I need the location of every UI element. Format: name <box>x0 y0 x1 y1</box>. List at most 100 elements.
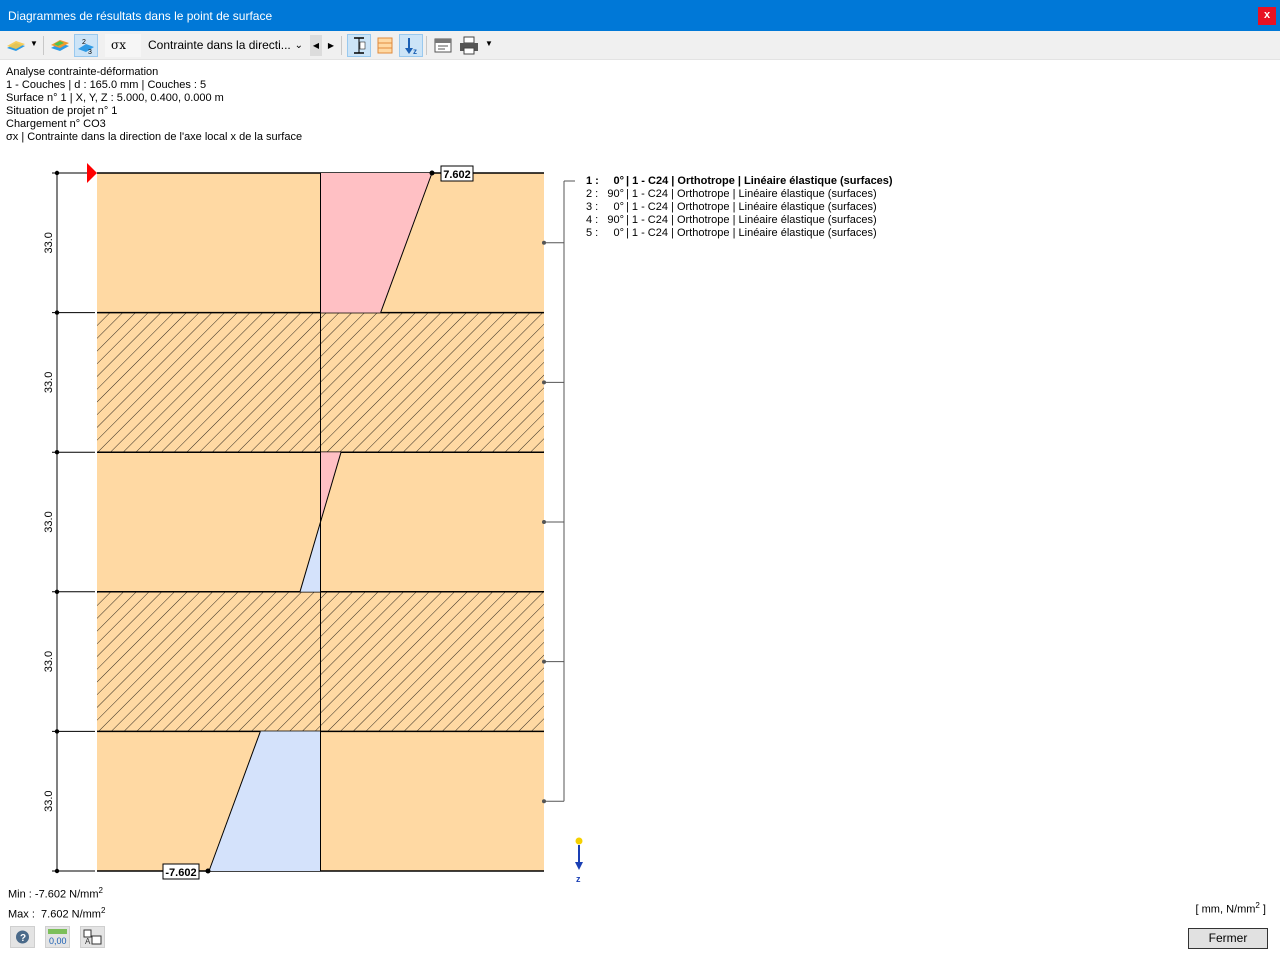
layer-bracket-group <box>542 180 575 804</box>
layer-legend-row-1[interactable]: 1 : 0° | 1 - C24 | Orthotrope | Linéaire é… <box>586 175 893 188</box>
svg-text:0,00: 0,00 <box>49 936 67 946</box>
layer-legend: 1 :0° | 1 - C24 | Orthotrope | Linéaire é… <box>586 175 893 240</box>
print-icon[interactable] <box>457 34 481 57</box>
surface-info: Surface n° 1 | X, Y, Z : 5.000, 0.400, 0… <box>6 92 224 104</box>
z-axis-label: z <box>576 874 581 884</box>
svg-text:A: A <box>85 937 91 946</box>
svg-text:2: 2 <box>82 39 86 46</box>
design-situation: Situation de projet n° 1 <box>6 105 118 117</box>
layer-connector-dot <box>542 520 546 524</box>
selected-point-marker <box>87 163 97 183</box>
min-summary: Min : -7.602 N/mm2 <box>8 883 105 903</box>
next-icon[interactable]: ▶ <box>325 35 337 56</box>
analysis-type: Analyse contrainte-déformation <box>6 66 159 78</box>
max-summary-value: 7.602 <box>41 908 69 921</box>
layer-legend-row-4[interactable]: 4 : 90° | 1 - C24 | Orthotrope | Linéaire … <box>586 214 893 227</box>
layer-angle: 0° <box>613 175 624 187</box>
min-summary-unit-exp: 2 <box>98 886 103 895</box>
dimension-tick-dot <box>54 868 60 874</box>
layer-thickness-label: 33.0 <box>43 790 55 811</box>
title-bar: Diagrammes de résultats dans le point de… <box>0 0 1280 31</box>
window-title: Diagrammes de résultats dans le point de… <box>8 9 273 23</box>
layer-connector-dot <box>542 380 546 385</box>
layer-connector-dot <box>542 659 546 664</box>
max-summary-unit: N/mm <box>71 908 101 921</box>
help-icon[interactable]: ? <box>10 926 35 948</box>
result-symbol: σx <box>105 34 141 57</box>
layer-index: 2 : <box>586 188 599 200</box>
layer-index: 3 : <box>586 201 599 213</box>
toolbar-separator <box>426 36 427 55</box>
close-button[interactable]: Fermer <box>1188 928 1268 949</box>
close-window-button[interactable]: x <box>1258 7 1276 25</box>
layers-icon[interactable] <box>373 34 397 57</box>
result-type-select[interactable]: Contrainte dans la directi... ⌄ <box>142 34 308 57</box>
z-axis-origin-icon <box>575 837 583 845</box>
toolbar-separator <box>43 36 44 55</box>
display-settings-icon[interactable]: A <box>80 926 105 948</box>
surface-results-icon[interactable] <box>4 34 28 57</box>
decimal-places-icon[interactable]: 0,00 <box>45 926 70 948</box>
units-prefix: [ mm, N/mm <box>1195 903 1256 916</box>
layer-description: | 1 - C24 | Orthotrope | Linéaire élasti… <box>626 175 893 187</box>
max-summary-unit-exp: 2 <box>100 905 106 915</box>
layer-index: 4 : <box>586 214 599 226</box>
result-description: σx | Contrainte dans la direction de l'a… <box>6 131 303 143</box>
export-icon[interactable] <box>431 34 455 57</box>
z-axis-arrow-icon <box>575 862 583 870</box>
layer-legend-row-2[interactable]: 2 : 90° | 1 - C24 | Orthotrope | Linéaire … <box>586 188 893 201</box>
dimension-tick-dot <box>54 170 60 176</box>
layer-angle: 0° <box>613 201 624 213</box>
z-axis-direction-icon[interactable]: z <box>399 34 423 57</box>
max-value-label: 7.602 <box>443 169 471 181</box>
svg-text:z: z <box>413 47 417 56</box>
layer-description: | 1 - C24 | Orthotrope | Linéaire élasti… <box>626 214 877 226</box>
load-combination: Chargement n° CO3 <box>6 118 106 130</box>
min-summary-label: Min : <box>8 888 32 901</box>
layer-angle: 0° <box>613 227 624 239</box>
print-dropdown-icon[interactable]: ▼ <box>485 39 493 48</box>
min-max-summary: Min : -7.602 N/mm2 Max : 7.602 N/mm2 <box>8 883 105 922</box>
prev-icon[interactable]: ◀ <box>310 35 322 56</box>
layer-index: 1 : <box>586 175 599 187</box>
min-value-label: -7.602 <box>165 867 196 879</box>
max-value-dot <box>429 170 435 176</box>
dimension-line-group: 33.0 33.0 33.0 33.0 33.0 <box>43 170 95 874</box>
toolbar: ▼ 23 σx Contrainte dans la directi... ⌄ … <box>0 31 1280 60</box>
min-summary-value: -7.602 <box>34 888 67 901</box>
layer-connector-dot <box>542 240 546 245</box>
layer-thickness-label: 33.0 <box>43 651 55 672</box>
svg-text:3: 3 <box>88 49 92 56</box>
units-suffix: ] <box>1259 903 1266 916</box>
layer-numbers-icon[interactable]: 23 <box>74 34 98 57</box>
layer-legend-row-3[interactable]: 3 : 0° | 1 - C24 | Orthotrope | Linéaire é… <box>586 201 893 214</box>
layer-description: | 1 - C24 | Orthotrope | Linéaire élasti… <box>626 201 877 213</box>
layer-connector-dot <box>542 799 546 804</box>
dropdown-arrow-icon[interactable]: ▼ <box>30 39 38 48</box>
layer-description: | 1 - C24 | Orthotrope | Linéaire élasti… <box>626 188 877 200</box>
thickness-info: 1 - Couches | d : 165.0 mm | Couches : 5 <box>6 79 207 91</box>
layer-index: 5 : <box>586 227 599 239</box>
max-summary-label: Max : <box>8 908 35 921</box>
layer-angle: 90° <box>607 214 624 226</box>
layer-thickness-label: 33.0 <box>43 232 55 253</box>
surface-color-icon[interactable] <box>48 34 72 57</box>
layer-legend-row-5[interactable]: 5 : 0° | 1 - C24 | Orthotrope | Linéaire é… <box>586 227 893 240</box>
layer-description: | 1 - C24 | Orthotrope | Linéaire élasti… <box>626 227 877 239</box>
result-info: Analyse contrainte-déformation 1 - Couch… <box>6 66 302 144</box>
result-type-value: Contrainte dans la directi... <box>148 38 291 52</box>
layer-thickness-label: 33.0 <box>43 511 55 532</box>
toolbar-separator <box>341 36 342 55</box>
units-label: [ mm, N/mm2 ] <box>1196 901 1266 916</box>
max-summary: Max : 7.602 N/mm2 <box>8 903 105 923</box>
thickness-dimension-icon[interactable] <box>347 34 371 57</box>
stress-diagram: 33.0 33.0 33.0 33.0 33.0 7.602 -7.602 z <box>43 163 583 884</box>
min-summary-unit: N/mm <box>69 888 99 901</box>
min-value-dot <box>205 868 211 874</box>
dimension-tick-dot <box>54 729 60 734</box>
dimension-tick-dot <box>54 450 60 455</box>
svg-text:?: ? <box>20 933 26 944</box>
chevron-down-icon: ⌄ <box>294 40 303 51</box>
dimension-tick-dot <box>54 310 60 315</box>
dimension-tick-dot <box>54 589 60 594</box>
